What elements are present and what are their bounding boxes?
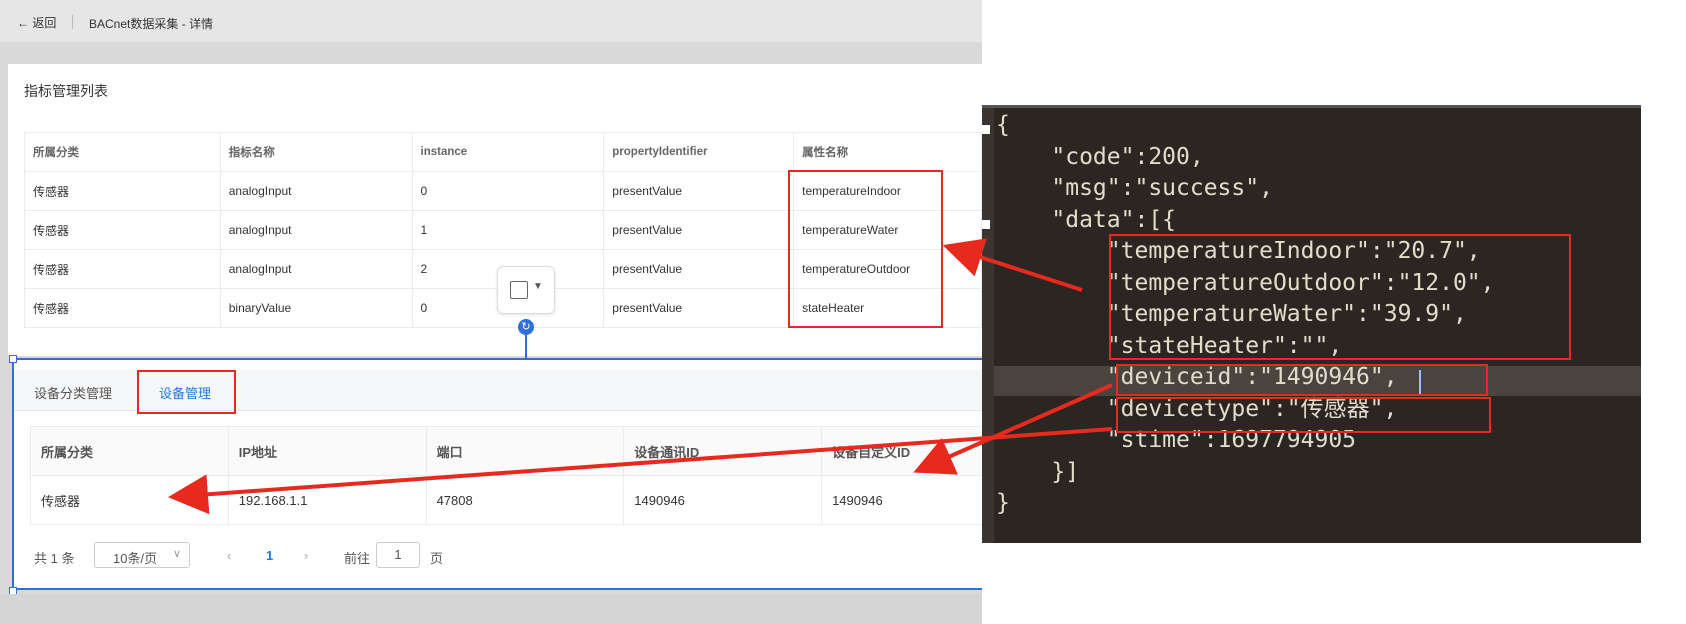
annotation-arrow [913,383,1113,475]
annotation-arrow [942,238,1083,292]
annotation-arrows [168,238,1113,515]
annotation-arrow [168,427,1113,515]
